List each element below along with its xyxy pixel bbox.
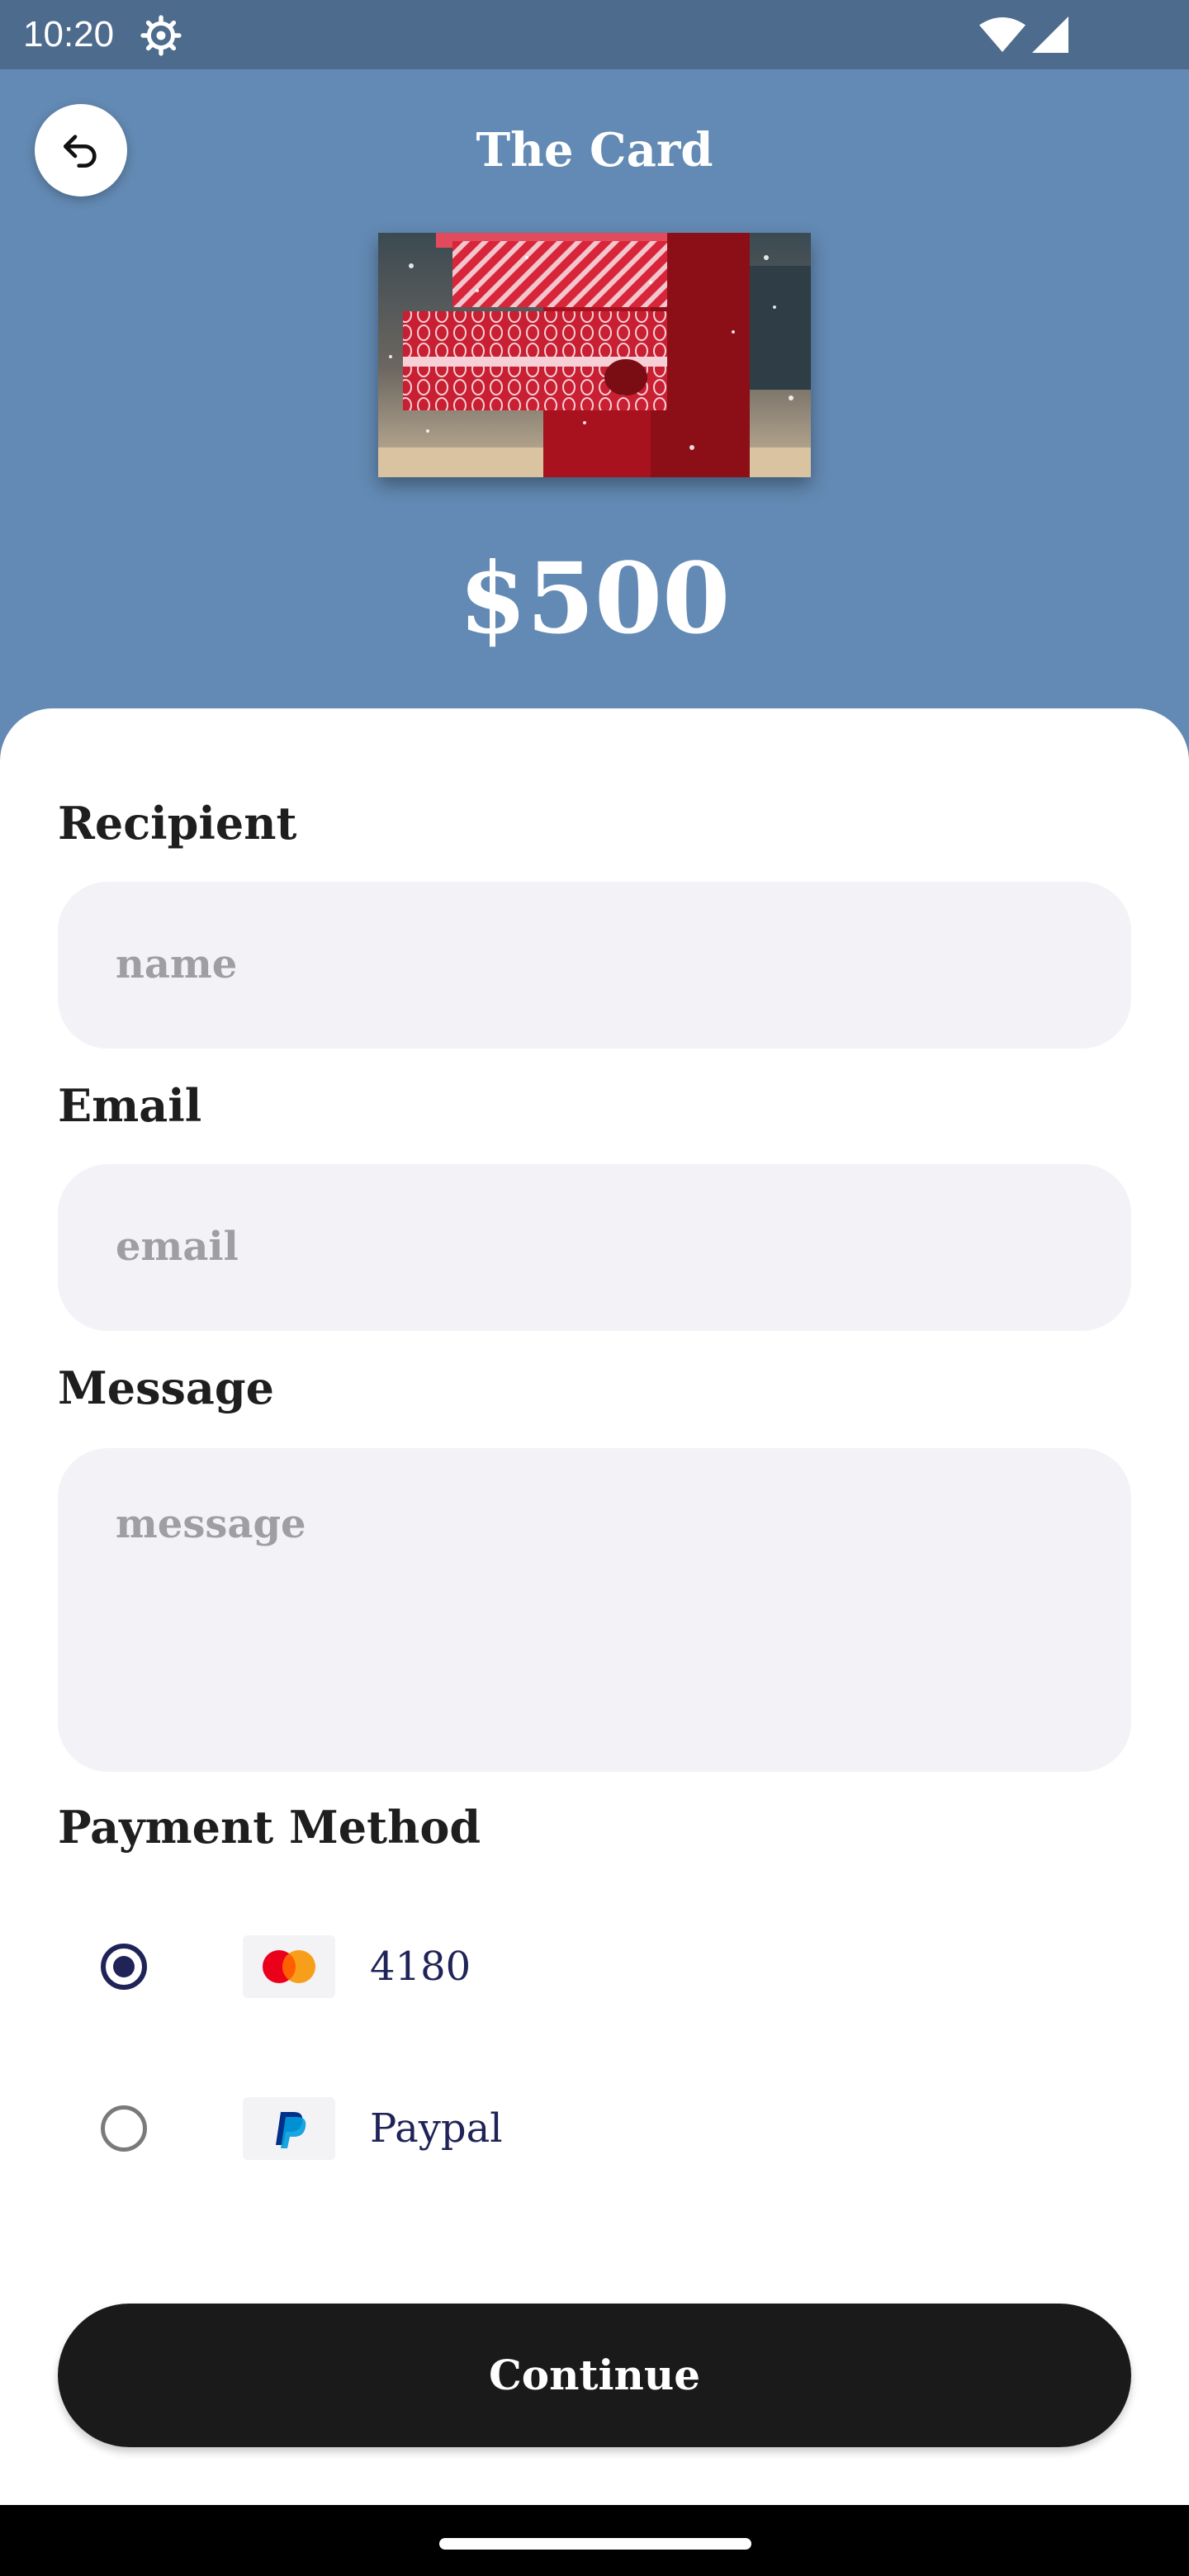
navigation-bar [0, 2505, 1189, 2576]
cell-signal-icon [1032, 17, 1068, 53]
recipient-label: Recipient [58, 797, 297, 850]
wifi-icon [979, 17, 1026, 52]
page-title: The Card [476, 123, 713, 178]
payment-option-paypal-label[interactable]: Paypal [370, 2104, 503, 2153]
payment-method-label: Payment Method [58, 1801, 481, 1854]
email-input[interactable]: email [58, 1164, 1131, 1331]
payment-radio-paypal[interactable] [101, 2105, 147, 2152]
screen: 10:20 The Card $500 Recipient name Email… [0, 0, 1189, 2576]
email-placeholder: email [116, 1224, 239, 1270]
card-amount: $500 [458, 541, 731, 656]
payment-radio-card[interactable] [101, 1944, 147, 1990]
mastercard-icon [243, 1935, 335, 1998]
message-placeholder: message [116, 1501, 306, 1547]
gift-card-image [378, 233, 811, 477]
recipient-name-input[interactable]: name [58, 882, 1131, 1049]
message-textarea[interactable]: message [58, 1448, 1131, 1772]
status-time: 10:20 [23, 14, 115, 54]
status-bar: 10:20 [0, 0, 1189, 69]
continue-button[interactable]: Continue [58, 2304, 1131, 2447]
recipient-placeholder: name [116, 941, 238, 987]
payment-option-card-label[interactable]: 4180 [370, 1942, 471, 1991]
email-label: Email [58, 1079, 202, 1132]
form-sheet: Recipient name Email email Message messa… [0, 708, 1189, 2505]
paypal-icon [243, 2097, 335, 2160]
settings-gear-icon [140, 15, 182, 56]
home-gesture-handle[interactable] [439, 2538, 751, 2550]
message-label: Message [58, 1361, 275, 1414]
